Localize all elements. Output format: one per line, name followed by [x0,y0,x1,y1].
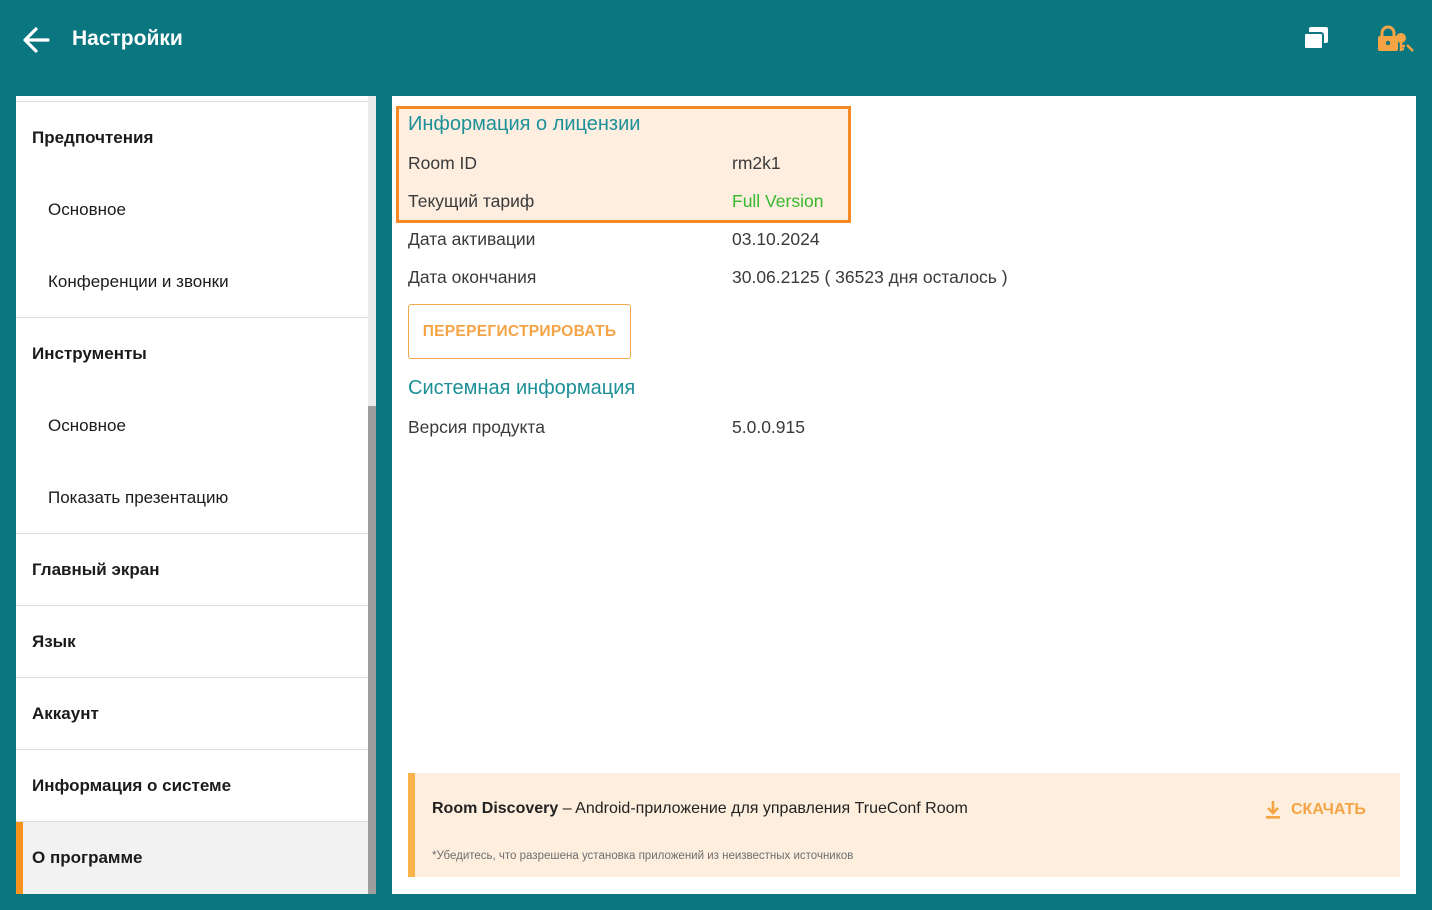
expiration-date-value: 30.06.2125 ( 36523 дня осталось ) [732,267,1008,287]
lock-key-icon [1378,25,1414,52]
sidebar-item-label: Язык [32,631,76,651]
sidebar-item-language[interactable]: Язык [16,606,368,678]
arrow-left-icon [23,27,50,53]
app-header: Настройки [0,0,1432,96]
sidebar-item-label: Конференции и звонки [48,271,229,291]
reregister-button[interactable]: ПЕРЕРЕГИСТРИРОВАТЬ [408,304,631,359]
banner-text: Room Discovery – Android-приложение для … [432,800,968,818]
license-section-title: Информация о лицензии [408,113,641,135]
sidebar-item-main-screen[interactable]: Главный экран [16,534,368,606]
sidebar-item-account[interactable]: Аккаунт [16,678,368,750]
windows-icon [1303,27,1328,50]
sidebar-item-system-info[interactable]: Информация о системе [16,750,368,822]
sidebar-item-label: Главный экран [32,559,160,579]
system-section-title: Системная информация [408,377,636,399]
download-label: СКАЧАТЬ [1291,801,1366,818]
banner-note: *Убедитесь, что разрешена установка прил… [432,850,854,862]
sidebar-group-label: Инструменты [32,344,147,363]
license-lock-button[interactable] [1374,24,1418,56]
sidebar-scrollbar-thumb[interactable] [368,406,376,894]
windows-button[interactable] [1300,24,1332,56]
sidebar-item-label: Основное [48,200,126,219]
banner-description: – Android-приложение для управления True… [558,800,968,817]
expiration-date-label: Дата окончания [408,267,537,287]
activation-date-value: 03.10.2024 [732,229,820,249]
room-id-label: Room ID [408,153,478,173]
room-id-value: rm2k1 [732,153,781,173]
sidebar-item-tools-general[interactable]: Основное [16,390,368,462]
sidebar-item-conferences-calls[interactable]: Конференции и звонки [16,246,368,318]
settings-sidebar: Предпочтения Основное Конференции и звон… [16,96,376,894]
download-button[interactable]: СКАЧАТЬ [1265,797,1366,823]
back-button[interactable] [18,24,54,56]
sidebar-group-tools: Инструменты [16,318,368,390]
sidebar-list: Предпочтения Основное Конференции и звон… [16,96,368,894]
sidebar-group-label: Предпочтения [32,128,154,147]
sidebar-group-preferences: Предпочтения [16,102,368,174]
sidebar-item-label: Показать презентацию [48,487,229,507]
download-icon [1266,801,1280,819]
product-version-value: 5.0.0.915 [732,417,805,437]
sidebar-item-label: Информация о системе [32,775,232,795]
sidebar-item-label: О программе [32,848,143,867]
sidebar-item-about[interactable]: О программе [16,822,368,894]
about-panel: Информация о лицензии Room ID rm2k1 Теку… [392,96,1416,894]
sidebar-item-preferences-general[interactable]: Основное [16,174,368,246]
room-discovery-banner: Room Discovery – Android-приложение для … [408,773,1400,877]
current-plan-value: Full Version [732,191,824,211]
sidebar-item-label: Аккаунт [32,703,99,723]
product-version-label: Версия продукта [408,417,545,437]
current-plan-label: Текущий тариф [408,191,535,211]
activation-date-label: Дата активации [408,229,536,249]
sidebar-item-label: Основное [48,416,126,435]
sidebar-item-show-presentation[interactable]: Показать презентацию [16,462,368,534]
banner-app-name: Room Discovery [432,800,559,817]
page-title: Настройки [72,27,183,50]
